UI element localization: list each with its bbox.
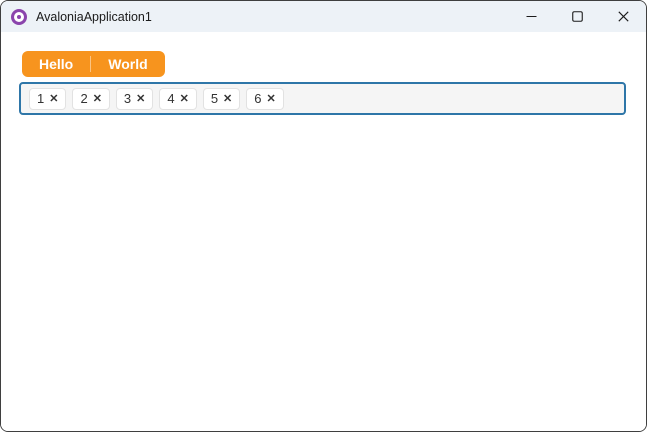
hello-world-tab-strip: Hello World bbox=[22, 51, 165, 77]
minimize-button[interactable] bbox=[508, 1, 554, 32]
chip-input-box[interactable]: 1 ✕ 2 ✕ 3 ✕ 4 ✕ 5 ✕ 6 ✕ bbox=[19, 82, 626, 115]
chip-remove-button[interactable]: ✕ bbox=[49, 91, 58, 107]
avalonia-logo-icon bbox=[11, 8, 27, 25]
maximize-icon bbox=[571, 11, 583, 22]
chip-label: 4 bbox=[167, 90, 175, 106]
chip-remove-button[interactable]: ✕ bbox=[223, 91, 232, 107]
chip-label: 6 bbox=[254, 90, 262, 106]
chip-remove-button[interactable]: ✕ bbox=[93, 91, 102, 107]
chip-label: 1 bbox=[37, 90, 45, 106]
chip-label: 3 bbox=[123, 90, 132, 106]
window-controls bbox=[508, 1, 646, 32]
close-icon: ✕ bbox=[266, 92, 276, 105]
tab-world[interactable]: World bbox=[91, 51, 164, 77]
chip-item[interactable]: 3 ✕ bbox=[115, 87, 154, 110]
tab-hello[interactable]: Hello bbox=[22, 51, 90, 77]
chip-remove-button[interactable]: ✕ bbox=[180, 91, 189, 107]
close-icon: ✕ bbox=[179, 92, 189, 105]
chip-item[interactable]: 5 ✕ bbox=[202, 87, 241, 110]
maximize-button[interactable] bbox=[554, 1, 600, 32]
close-icon: ✕ bbox=[223, 92, 233, 105]
close-icon: ✕ bbox=[92, 92, 102, 105]
chip-item[interactable]: 1 ✕ bbox=[29, 87, 67, 110]
content-area: Hello World 1 ✕ 2 ✕ 3 ✕ 4 ✕ 5 ✕ 6 ✕ bbox=[1, 32, 646, 431]
minimize-icon bbox=[526, 11, 537, 22]
chip-remove-button[interactable]: ✕ bbox=[136, 91, 145, 107]
close-icon: ✕ bbox=[49, 92, 59, 105]
chip-item[interactable]: 6 ✕ bbox=[246, 87, 284, 110]
chip-item[interactable]: 2 ✕ bbox=[72, 87, 110, 110]
close-icon bbox=[617, 11, 629, 22]
close-icon: ✕ bbox=[136, 92, 146, 105]
titlebar[interactable]: AvaloniaApplication1 bbox=[1, 1, 646, 32]
chip-label: 2 bbox=[80, 90, 88, 106]
chip-item[interactable]: 4 ✕ bbox=[159, 87, 197, 110]
app-window: AvaloniaApplication1 Hello World 1 ✕ 2 ✕… bbox=[0, 0, 647, 432]
close-button[interactable] bbox=[600, 1, 646, 32]
chip-remove-button[interactable]: ✕ bbox=[267, 91, 276, 107]
window-title: AvaloniaApplication1 bbox=[36, 9, 152, 24]
chip-label: 5 bbox=[210, 90, 219, 106]
